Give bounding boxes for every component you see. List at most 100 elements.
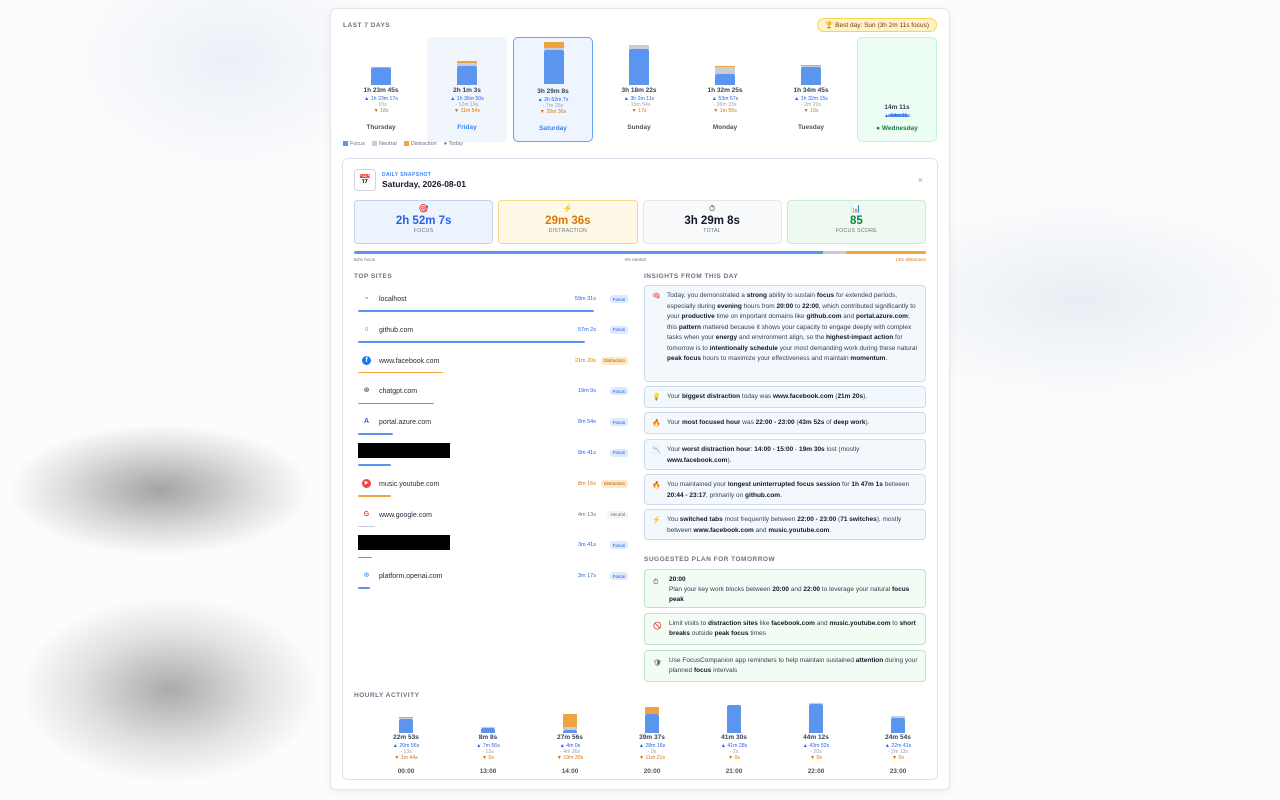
- hour-column: 22m 53s ▲ 20m 56s - 13s ▼ 1m 44s 00:00: [376, 704, 436, 779]
- day-sub-dn: ▼ 17s: [631, 108, 647, 114]
- day-bar: [629, 44, 649, 85]
- site-share-bar: [358, 556, 373, 559]
- hour-name: 20:00: [643, 768, 661, 775]
- ratio-neutral-label: 4% neutral: [624, 257, 646, 262]
- site-row[interactable]: f www.facebook.com 21m 20s Distraction: [354, 347, 632, 378]
- hourly-activity-label: HOURLY ACTIVITY: [354, 692, 420, 699]
- site-time: 19m 9s: [577, 388, 596, 395]
- site-row[interactable]: Aportal.azure.com 8m 54s Focus: [354, 408, 632, 439]
- site-badge: Distraction: [600, 479, 628, 488]
- site-badge: Focus: [609, 387, 628, 396]
- total-stat-card: ⏱ 3h 29m 8s TOTAL: [642, 200, 782, 244]
- lightning-icon: ⚡: [562, 204, 573, 213]
- day-total: 1h 34m 45s: [793, 87, 829, 94]
- day-column-friday[interactable]: 2h 1m 3s ▲ 1h 36m 50s - 12m 19s ▼ 11m 54s Fr…: [427, 37, 507, 142]
- focus-score-card: 📊 85 FOCUS SCORE: [786, 200, 926, 244]
- focus-score-value: 85: [849, 215, 863, 227]
- hour-bar: [727, 705, 741, 733]
- site-name: music.youtube.com: [379, 480, 440, 488]
- insights-label: INSIGHTS FROM THIS DAY: [644, 273, 739, 280]
- plan-item-schedule: ⏱ 20:00 Plan your key work blocks betwee…: [644, 569, 926, 608]
- hour-bar: [809, 703, 823, 733]
- focus-value: 2h 52m 7s: [395, 215, 452, 227]
- day-total: 1h 32m 25s: [707, 87, 743, 94]
- lightning-icon: ⚡: [652, 517, 661, 524]
- bar-segment-f: [544, 49, 564, 84]
- site-row[interactable]: ▫ localhost 59m 31s Focus: [354, 285, 632, 316]
- day-column-thursday[interactable]: 1h 23m 45s ▲ 1h 23m 17s - 10s ▼ 18s Thursday: [341, 37, 421, 142]
- hour-sub-dn: ▼ 19m 30s: [556, 755, 584, 761]
- site-time: 57m 2s: [577, 326, 596, 333]
- site-row[interactable]: ○ github.com 57m 2s Focus: [354, 316, 632, 347]
- chart-legend: Focus Neutral Distraction ● Today: [343, 141, 463, 147]
- site-badge: Focus: [609, 418, 628, 427]
- insight-distraction-hour: 📉 Your worst distraction hour: 14:00 - 1…: [644, 439, 926, 470]
- site-row[interactable]: ▶ music.youtube.com 8m 16s Distraction: [354, 470, 632, 501]
- day-name: Friday: [457, 124, 477, 131]
- site-badge: Focus: [609, 295, 628, 303]
- distraction-value: 29m 36s: [545, 215, 591, 227]
- plan-item-reminders: 🛡 Use FocusCompanion app reminders to he…: [644, 650, 926, 682]
- daily-snapshot-label: DAILY SNAPSHOT: [382, 171, 432, 178]
- day-sub-up: ▲ 14m 11s: [883, 113, 911, 119]
- day-column-saturday[interactable]: 3h 29m 8s ▲ 2h 52m 7s - 7m 25s ▼ 29m 36s Sat…: [513, 37, 593, 142]
- site-time: 3m 17s: [577, 573, 596, 580]
- bar-segment-f: [481, 727, 495, 733]
- close-icon[interactable]: ×: [918, 175, 923, 185]
- best-day-badge: 🏆 Best day: Sun (3h 2m 11s focus): [817, 18, 937, 32]
- hour-total: 27m 56s: [557, 734, 583, 741]
- day-total: 14m 11s: [884, 104, 910, 111]
- chart-icon: 📊: [851, 204, 862, 213]
- insight-biggest-distraction: 💡 Your biggest distraction today was www…: [644, 386, 926, 408]
- day-name: Monday: [712, 124, 738, 131]
- chart-down-icon: 📉: [652, 447, 661, 454]
- site-share-bar: [358, 495, 392, 497]
- ratio-distraction-label: 14% distraction: [895, 257, 926, 262]
- hour-sub-dn: ▼ 0s: [891, 755, 905, 761]
- site-badge: Focus: [609, 541, 628, 550]
- hour-column: 24m 54s ▲ 22m 41s - 2m 13s ▼ 0s 23:00: [868, 704, 928, 779]
- site-badge: Distraction: [600, 356, 628, 365]
- day-column-wednesday[interactable]: 14m 11s ▲ 14m 11s ● Wednesday: [857, 37, 937, 142]
- plan-label: SUGGESTED PLAN FOR TOMORROW: [644, 556, 776, 563]
- day-column-monday[interactable]: 1h 32m 25s ▲ 53m 57s - 36m 33s ▼ 1m 55s Mond…: [685, 37, 765, 142]
- distraction-label: DISTRACTION: [548, 228, 588, 234]
- site-favicon-icon: f: [362, 355, 371, 365]
- day-total: 3h 18m 22s: [621, 87, 657, 94]
- site-row[interactable]: ⊕ platform.openai.com 3m 17s Focus: [354, 562, 632, 593]
- site-share-bar: [358, 371, 443, 374]
- site-row[interactable]: ⊛ chatgpt.com 19m 9s Focus: [354, 377, 632, 408]
- day-column-tuesday[interactable]: 1h 34m 45s ▲ 1h 32m 15s - 2m 20s ▼ 10s Tuesd…: [771, 37, 851, 142]
- site-row[interactable]: Gwww.google.com 4m 13s Neutral: [354, 501, 632, 532]
- site-name: www.facebook.com: [379, 357, 440, 365]
- site-favicon-icon: ○: [364, 325, 369, 333]
- site-time: 8m 41s: [577, 449, 596, 456]
- day-sub-dn: ▼ 18s: [373, 108, 389, 114]
- shield-icon: 🛡: [653, 660, 662, 667]
- site-row[interactable]: 3m 41s Focus: [354, 531, 632, 562]
- site-share-bar: [358, 525, 375, 528]
- day-name: Thursday: [366, 124, 396, 131]
- target-icon: 🎯: [418, 204, 429, 213]
- bar-segment-f: [715, 74, 735, 85]
- distraction-stat-card: ⚡ 29m 36s DISTRACTION: [498, 200, 638, 244]
- site-row[interactable]: 8m 41s Focus: [354, 439, 632, 470]
- site-name: localhost: [379, 296, 407, 303]
- day-name: Saturday: [539, 125, 567, 132]
- legend-focus: Focus: [343, 141, 365, 147]
- hour-sub-dn: ▼ 0s: [809, 755, 823, 761]
- hour-total: 22m 53s: [393, 734, 419, 741]
- site-favicon-icon: A: [363, 418, 370, 426]
- hour-column: 44m 12s ▲ 43m 52s - 20s ▼ 0s 22:00: [786, 703, 846, 779]
- day-sub-dn: ▼ 1m 55s: [713, 108, 737, 114]
- site-time: 21m 20s: [574, 357, 596, 364]
- focus-stat-card: 🎯 2h 52m 7s FOCUS: [354, 200, 494, 244]
- bar-segment-f: [809, 703, 823, 733]
- bar-segment-f: [645, 714, 659, 733]
- site-badge: Focus: [609, 448, 628, 457]
- legend-neutral: Neutral: [371, 141, 397, 147]
- hour-name: 22:00: [807, 768, 825, 775]
- day-column-sunday[interactable]: 3h 18m 22s ▲ 3h 2m 11s - 15m 54s ▼ 17s Sunda…: [599, 37, 679, 142]
- bar-segment-f: [801, 66, 821, 85]
- bar-segment-f: [727, 705, 741, 733]
